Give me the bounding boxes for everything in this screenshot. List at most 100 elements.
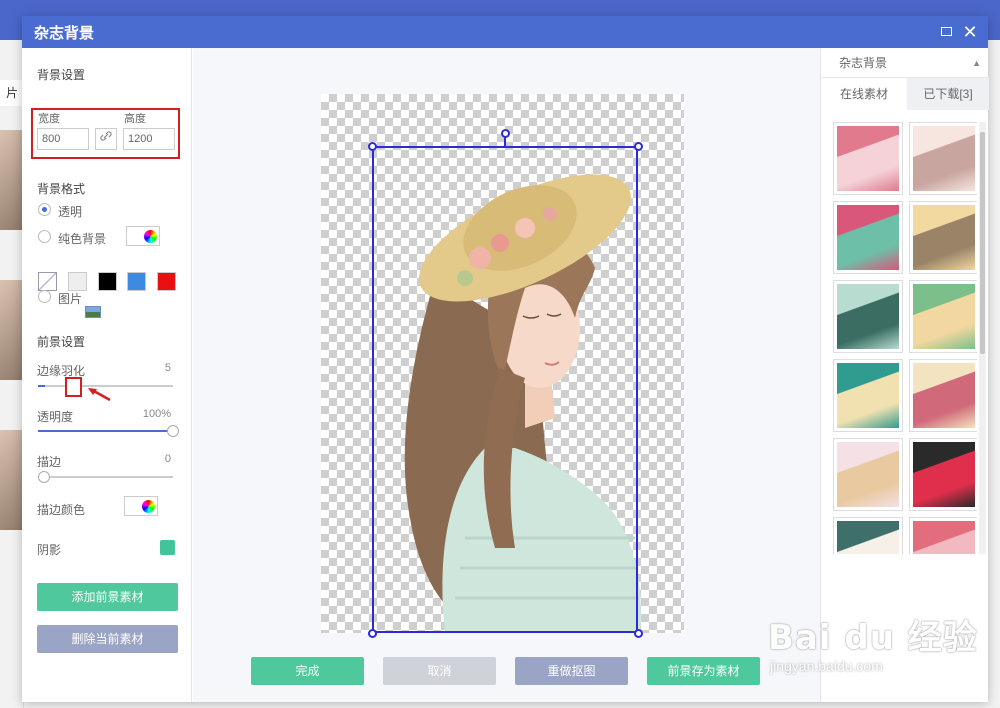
opacity-slider-fill (38, 430, 173, 432)
resize-handle-top-right[interactable] (634, 142, 643, 151)
maximize-icon[interactable] (936, 22, 956, 42)
material-thumbnail[interactable] (833, 280, 903, 353)
scrollbar-thumb[interactable] (980, 132, 985, 354)
material-thumbnail[interactable] (833, 359, 903, 432)
close-icon[interactable]: ✕ (960, 22, 980, 42)
material-thumbnail-grid (833, 122, 977, 554)
width-label: 宽度 (38, 113, 60, 125)
transparent-radio[interactable] (38, 203, 51, 216)
material-thumbnail[interactable] (909, 517, 977, 554)
stroke-slider-track[interactable] (38, 476, 173, 478)
color-wheel-icon (142, 500, 155, 513)
opacity-label: 透明度 (37, 410, 74, 424)
link-ratio-icon[interactable] (95, 128, 117, 150)
stroke-slider-handle[interactable] (38, 471, 50, 483)
material-thumbnail[interactable] (909, 280, 977, 353)
material-thumbnail-image (913, 363, 975, 428)
swatch-blue[interactable] (127, 272, 146, 291)
canvas-area: 完成 取消 重做抠图 前景存为素材 (193, 48, 820, 702)
material-thumbnail-image (837, 363, 899, 428)
feather-slider-handle[interactable] (65, 377, 82, 397)
opacity-slider-handle[interactable] (167, 425, 179, 437)
red-arrow-icon (88, 388, 111, 402)
material-thumbnail-image (913, 126, 975, 191)
baidu-watermark: Bai du 经验 jingyan.baidu.com (750, 600, 990, 690)
solid-bg-label: 纯色背景 (58, 232, 107, 246)
rotate-handle-line (504, 137, 506, 147)
opacity-value: 100% (142, 408, 171, 420)
material-thumbnail[interactable] (833, 122, 903, 195)
material-thumbnail[interactable] (833, 201, 903, 274)
category-select-value: 杂志背景 (839, 56, 888, 70)
background-app-left-strip: 片 (0, 40, 24, 708)
material-thumbnail-image (837, 205, 899, 270)
material-thumbnail-image (913, 442, 975, 507)
swatch-none[interactable] (38, 272, 57, 291)
background-thumb (0, 280, 23, 380)
background-thumb (0, 430, 23, 530)
bg-format-title: 背景格式 (37, 182, 86, 196)
material-thumbnail-image (837, 126, 899, 191)
select-arrows-icon: ▲ (972, 58, 981, 68)
delete-foreground-button[interactable]: 删除当前素材 (37, 625, 178, 653)
tab-online-materials[interactable]: 在线素材 (821, 78, 907, 110)
material-scrollbar[interactable] (979, 122, 986, 554)
dialog-title: 杂志背景 (34, 25, 95, 42)
swatch-red[interactable] (157, 272, 176, 291)
image-bg-label: 图片 (58, 292, 83, 306)
width-input[interactable]: 800 (37, 128, 89, 150)
material-thumbnail[interactable] (909, 201, 977, 274)
stroke-color-picker[interactable] (124, 496, 158, 516)
fg-settings-title: 前景设置 (37, 335, 86, 349)
cancel-button[interactable]: 取消 (383, 657, 496, 685)
resize-handle-bottom-left[interactable] (368, 629, 377, 638)
watermark-url: jingyan.baidu.com (770, 658, 883, 674)
resize-handle-bottom-right[interactable] (634, 629, 643, 638)
solid-bg-radio[interactable] (38, 230, 51, 243)
height-input[interactable]: 1200 (123, 128, 175, 150)
selection-bounding-box[interactable] (372, 146, 638, 633)
material-thumbnail-image (913, 205, 975, 270)
material-thumbnail[interactable] (833, 517, 903, 554)
settings-panel: 背景设置 宽度 高度 800 1200 背景格式 透明 纯色背景 图片 前景设置… (22, 48, 192, 702)
watermark-brand: Bai du 经验 (768, 618, 978, 658)
dialog-titlebar: 杂志背景 ✕ (22, 16, 988, 48)
swatch-light-gray[interactable] (68, 272, 87, 291)
material-thumbnail-image (913, 521, 975, 554)
image-bg-radio[interactable] (38, 290, 51, 303)
category-select[interactable]: 杂志背景 ▲ (821, 48, 989, 78)
image-icon (85, 306, 101, 318)
feather-slider-fill (38, 385, 45, 387)
material-thumbnail-image (837, 284, 899, 349)
material-thumbnail-image (913, 284, 975, 349)
stroke-value: 0 (164, 453, 171, 465)
shadow-checkbox[interactable] (160, 540, 175, 555)
material-tabs: 在线素材 已下载[3] (821, 78, 989, 110)
material-thumbnail-image (837, 442, 899, 507)
swatch-black[interactable] (98, 272, 117, 291)
stroke-label: 描边 (37, 455, 62, 469)
resize-handle-top-left[interactable] (368, 142, 377, 151)
tab-downloaded[interactable]: 已下载[3] (907, 78, 989, 110)
transparent-label: 透明 (58, 205, 83, 219)
background-thumb (0, 130, 23, 230)
opacity-slider-track[interactable] (38, 430, 173, 432)
material-thumbnail-image (837, 521, 899, 554)
feather-value: 5 (164, 362, 171, 374)
save-foreground-button[interactable]: 前景存为素材 (647, 657, 760, 685)
material-thumbnail[interactable] (909, 438, 977, 511)
add-foreground-button[interactable]: 添加前景素材 (37, 583, 178, 611)
rotate-handle[interactable] (501, 129, 510, 138)
done-button[interactable]: 完成 (251, 657, 364, 685)
material-thumbnail[interactable] (909, 359, 977, 432)
material-thumbnail[interactable] (833, 438, 903, 511)
redo-cutout-button[interactable]: 重做抠图 (515, 657, 628, 685)
stroke-color-label: 描边颜色 (37, 503, 86, 517)
material-thumbnail[interactable] (909, 122, 977, 195)
bg-settings-title: 背景设置 (37, 68, 86, 82)
solid-color-picker[interactable] (126, 226, 160, 246)
shadow-label: 阴影 (37, 543, 62, 557)
background-left-tab: 片 (0, 80, 23, 106)
height-label: 高度 (124, 113, 146, 125)
color-wheel-icon (144, 230, 157, 243)
